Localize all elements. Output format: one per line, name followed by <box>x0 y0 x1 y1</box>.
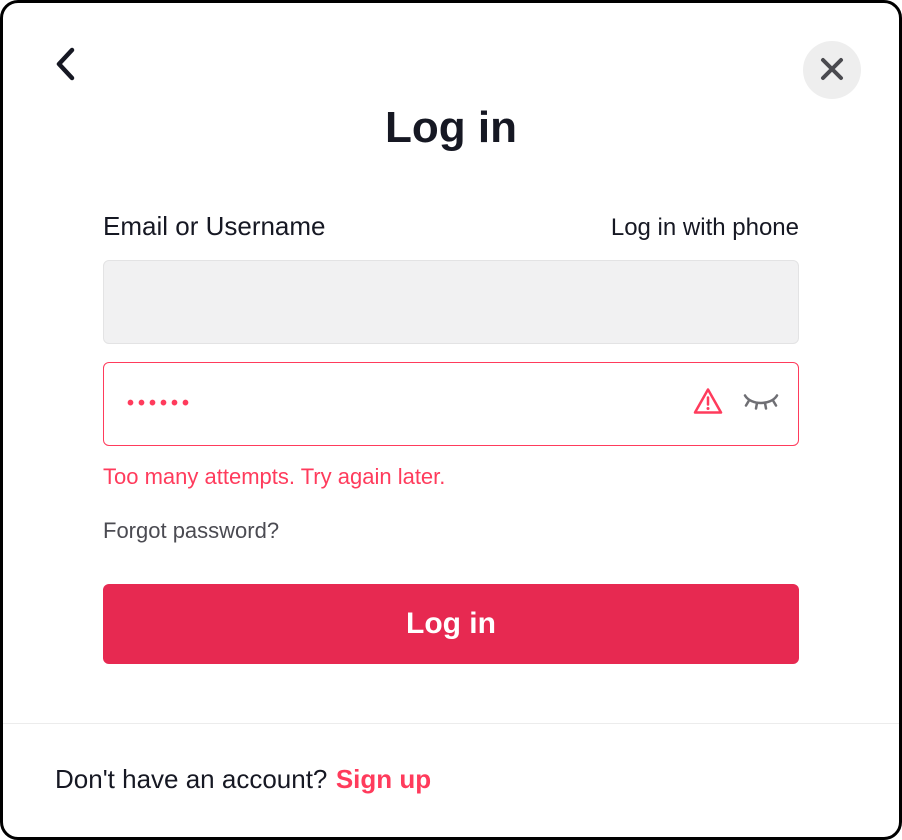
close-icon <box>819 56 845 85</box>
chevron-left-icon <box>54 47 76 84</box>
back-button[interactable] <box>45 45 85 85</box>
close-button[interactable] <box>803 41 861 99</box>
error-message: Too many attempts. Try again later. <box>103 464 799 490</box>
login-form: Email or Username Log in with phone ••••… <box>3 211 899 723</box>
login-with-phone-link[interactable]: Log in with phone <box>611 214 799 242</box>
forgot-password-link[interactable]: Forgot password? <box>103 518 279 544</box>
signup-link[interactable]: Sign up <box>336 764 431 794</box>
email-label: Email or Username <box>103 211 326 242</box>
footer: Don't have an account? Sign up <box>3 723 899 837</box>
label-row: Email or Username Log in with phone <box>103 211 799 242</box>
password-icons <box>693 387 779 422</box>
eye-closed-icon[interactable] <box>743 392 779 417</box>
login-button[interactable]: Log in <box>103 584 799 664</box>
login-modal: Log in Email or Username Log in with pho… <box>0 0 902 840</box>
warning-icon <box>693 387 723 422</box>
email-input-wrap <box>103 260 799 344</box>
email-input[interactable] <box>103 260 799 344</box>
footer-prompt: Don't have an account? <box>55 764 327 794</box>
page-title: Log in <box>3 103 899 153</box>
password-input-wrap: •••••• <box>103 362 799 446</box>
